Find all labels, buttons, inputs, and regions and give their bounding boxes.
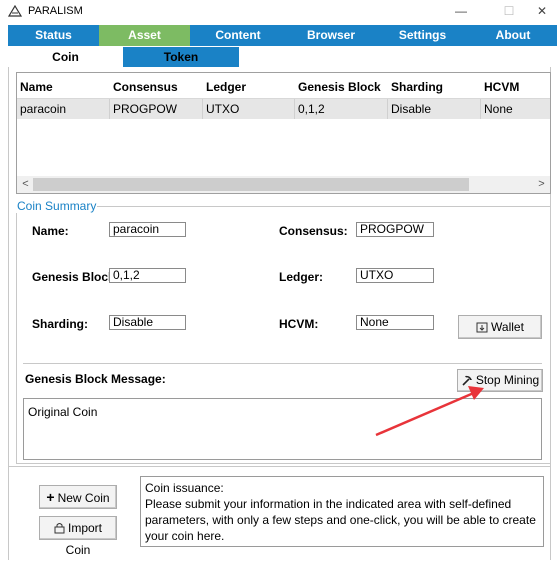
tab-token[interactable]: Token xyxy=(123,47,239,67)
genesis-message-text: Original Coin xyxy=(28,405,98,419)
column-header-genesis-block[interactable]: Genesis Block xyxy=(298,80,381,94)
table-cell: Disable xyxy=(391,102,432,116)
column-divider xyxy=(109,99,110,119)
name-field[interactable]: paracoin xyxy=(109,222,186,237)
tab-about[interactable]: About xyxy=(469,25,557,46)
sub-tab-bar: Coin Token xyxy=(8,47,557,67)
sharding-field[interactable]: Disable xyxy=(109,315,186,330)
table-cell: 0,1,2 xyxy=(298,102,325,116)
maximize-button[interactable]: ☐ xyxy=(494,1,524,21)
genesis-block-field[interactable]: 0,1,2 xyxy=(109,268,186,283)
table-row[interactable]: paracoin PROGPOW UTXO 0,1,2 Disable None xyxy=(17,99,550,119)
column-divider xyxy=(480,99,481,119)
column-divider xyxy=(202,99,203,119)
ledger-label: Ledger: xyxy=(279,270,324,284)
consensus-label: Consensus: xyxy=(279,224,348,238)
column-header-ledger[interactable]: Ledger xyxy=(206,80,246,94)
tab-status[interactable]: Status xyxy=(8,25,99,46)
new-coin-button[interactable]: + New Coin xyxy=(39,485,117,509)
horizontal-scrollbar[interactable]: < > xyxy=(17,176,550,193)
import-icon xyxy=(54,523,65,534)
wallet-button[interactable]: Wallet xyxy=(458,315,542,339)
tab-browser[interactable]: Browser xyxy=(286,25,376,46)
column-header-sharding[interactable]: Sharding xyxy=(391,80,443,94)
main-tab-bar: Status Asset Content Browser Settings Ab… xyxy=(8,25,557,46)
divider xyxy=(23,363,542,364)
hcvm-field[interactable]: None xyxy=(356,315,434,330)
sharding-label: Sharding: xyxy=(32,317,88,331)
coin-issuance-info: Coin issuance: Please submit your inform… xyxy=(140,476,544,547)
hcvm-label: HCVM: xyxy=(279,317,319,331)
column-divider xyxy=(387,99,388,119)
info-title: Coin issuance: xyxy=(145,481,224,495)
ledger-field[interactable]: UTXO xyxy=(356,268,434,283)
column-header-consensus[interactable]: Consensus xyxy=(113,80,178,94)
column-header-hcvm[interactable]: HCVM xyxy=(484,80,519,94)
table-cell: UTXO xyxy=(206,102,240,116)
consensus-field[interactable]: PROGPOW xyxy=(356,222,434,237)
column-header-name[interactable]: Name xyxy=(20,80,53,94)
table-header: Name Consensus Ledger Genesis Block Shar… xyxy=(17,73,550,99)
table-cell: PROGPOW xyxy=(113,102,178,116)
table-cell: paracoin xyxy=(20,102,67,116)
coin-summary-title: Coin Summary xyxy=(16,199,98,213)
wallet-icon xyxy=(476,322,488,333)
scrollbar-thumb[interactable] xyxy=(33,178,469,191)
title-bar: PARALISM — ☐ ✕ xyxy=(0,0,557,24)
genesis-message-label: Genesis Block Message: xyxy=(25,372,166,386)
triangle-logo-icon xyxy=(8,5,22,17)
window-title: PARALISM xyxy=(28,5,83,17)
tab-asset[interactable]: Asset xyxy=(99,25,190,46)
minimize-button[interactable]: — xyxy=(446,1,476,21)
tab-coin[interactable]: Coin xyxy=(8,47,123,67)
column-divider xyxy=(294,99,295,119)
scroll-right-arrow-icon[interactable]: > xyxy=(534,177,549,192)
coin-table[interactable]: Name Consensus Ledger Genesis Block Shar… xyxy=(16,72,551,194)
name-label: Name: xyxy=(32,224,69,238)
annotation-arrow-icon xyxy=(375,386,484,437)
tab-settings[interactable]: Settings xyxy=(376,25,469,46)
close-button[interactable]: ✕ xyxy=(527,1,557,21)
genesis-block-label: Genesis Block: xyxy=(32,270,119,284)
info-body: Please submit your information in the in… xyxy=(145,497,536,543)
plus-icon: + xyxy=(46,489,55,505)
table-cell: None xyxy=(484,102,513,116)
import-coin-button[interactable]: Import Coin xyxy=(39,516,117,557)
wallet-button-label: Wallet xyxy=(491,320,524,334)
new-coin-label: New Coin xyxy=(57,491,110,505)
tab-content[interactable]: Content xyxy=(190,25,286,46)
scroll-left-arrow-icon[interactable]: < xyxy=(18,177,33,192)
